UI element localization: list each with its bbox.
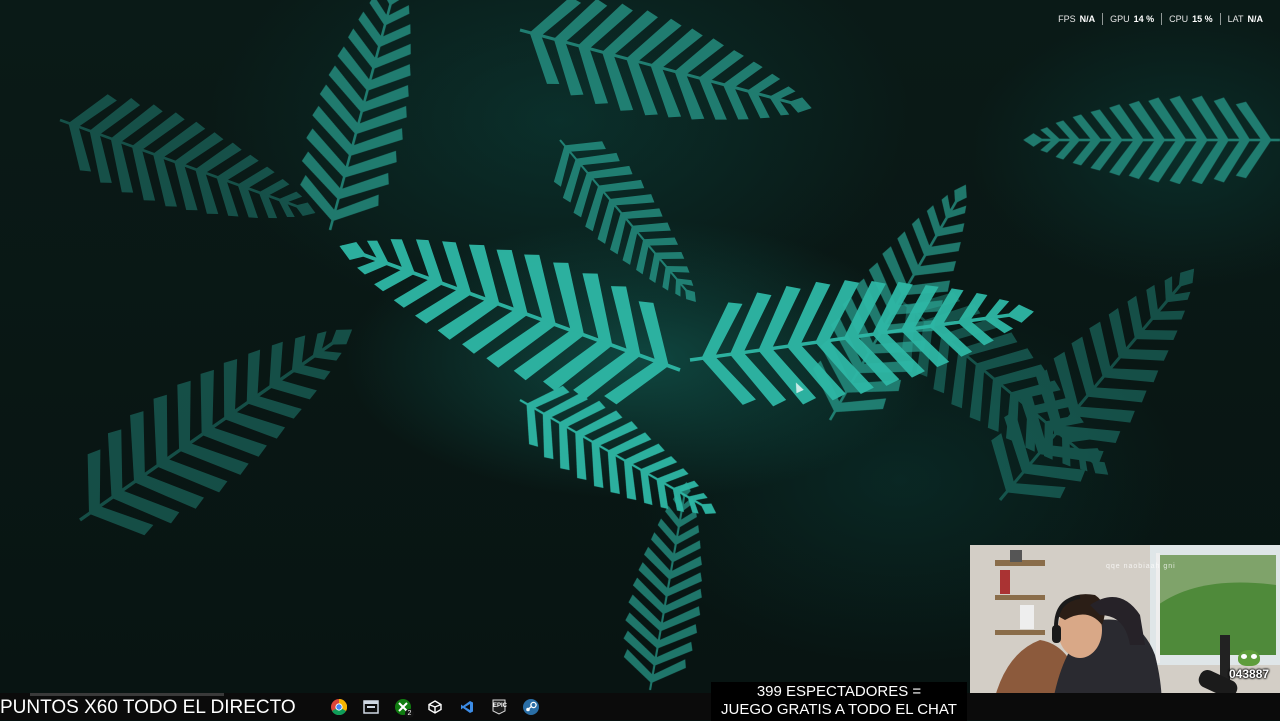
viewer-goal-banner: 399 ESPECTADORES = JUEGO GRATIS A TODO E… (711, 682, 967, 721)
xbox-icon[interactable]: 2 (394, 698, 414, 718)
cpu-label: CPU (1169, 14, 1189, 24)
xbox-notification-badge: 2 (405, 709, 414, 718)
webcam-watermark: qqe naobiaah gni (1106, 563, 1176, 570)
frog-emote-icon (1238, 650, 1260, 666)
viewer-goal-line-1: 399 ESPECTADORES = (756, 683, 922, 700)
performance-overlay: FPS N/A GPU 14 % CPU 15 % LAT N/A (1051, 12, 1270, 26)
latency-value: N/A (1247, 14, 1264, 24)
taskbar-scroll-indicator (30, 693, 224, 696)
latency-stat: LAT N/A (1221, 14, 1270, 24)
gpu-value: 14 % (1133, 14, 1155, 24)
taskbar-pinned-apps: 2 EPIC (330, 697, 540, 718)
epic-games-icon[interactable]: EPIC (490, 698, 508, 716)
window-manager-icon[interactable] (362, 698, 380, 716)
channel-points-value: 043887 (1229, 667, 1270, 681)
stream-ticker-text: PUNTOS X60 TODO EL DIRECTO (0, 697, 296, 718)
unity-icon[interactable] (426, 698, 444, 716)
gpu-stat: GPU 14 % (1103, 14, 1161, 24)
fps-label: FPS (1058, 14, 1076, 24)
viewer-goal-line-2: JUEGO GRATIS A TODO EL CHAT (721, 701, 957, 718)
gpu-label: GPU (1110, 14, 1130, 24)
visual-studio-icon[interactable] (458, 698, 476, 716)
epic-games-label: EPIC (493, 703, 508, 709)
steam-icon[interactable] (522, 698, 540, 716)
fps-value: N/A (1079, 14, 1096, 24)
cpu-stat: CPU 15 % (1162, 14, 1220, 24)
chrome-icon[interactable] (330, 698, 348, 716)
fps-stat: FPS N/A (1051, 14, 1102, 24)
cpu-value: 15 % (1192, 14, 1213, 24)
channel-points-counter: 043887 (1228, 650, 1280, 684)
latency-label: LAT (1227, 14, 1244, 24)
